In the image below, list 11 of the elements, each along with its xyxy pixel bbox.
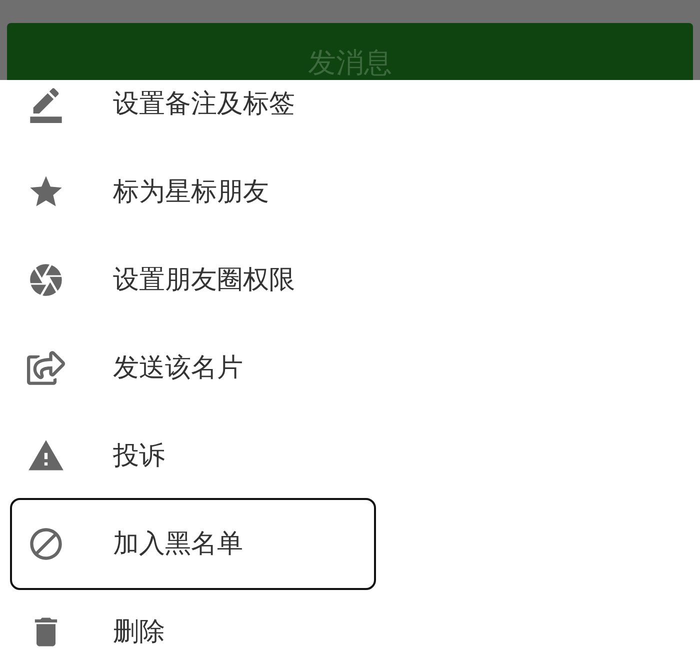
block-icon xyxy=(27,525,65,563)
menu-item[interactable]: 投诉 xyxy=(0,412,700,500)
menu-item[interactable]: 设置朋友圈权限 xyxy=(0,236,700,324)
menu-item[interactable]: 删除 xyxy=(0,588,700,652)
pencil-icon xyxy=(27,85,65,123)
menu-item[interactable]: 加入黑名单 xyxy=(10,498,376,590)
menu-item[interactable]: 发送该名片 xyxy=(0,324,700,412)
menu-item[interactable]: 标为星标朋友 xyxy=(0,148,700,236)
share-icon xyxy=(27,349,65,387)
aperture-icon xyxy=(27,261,65,299)
menu-item[interactable]: 设置备注及标签 xyxy=(0,80,700,148)
